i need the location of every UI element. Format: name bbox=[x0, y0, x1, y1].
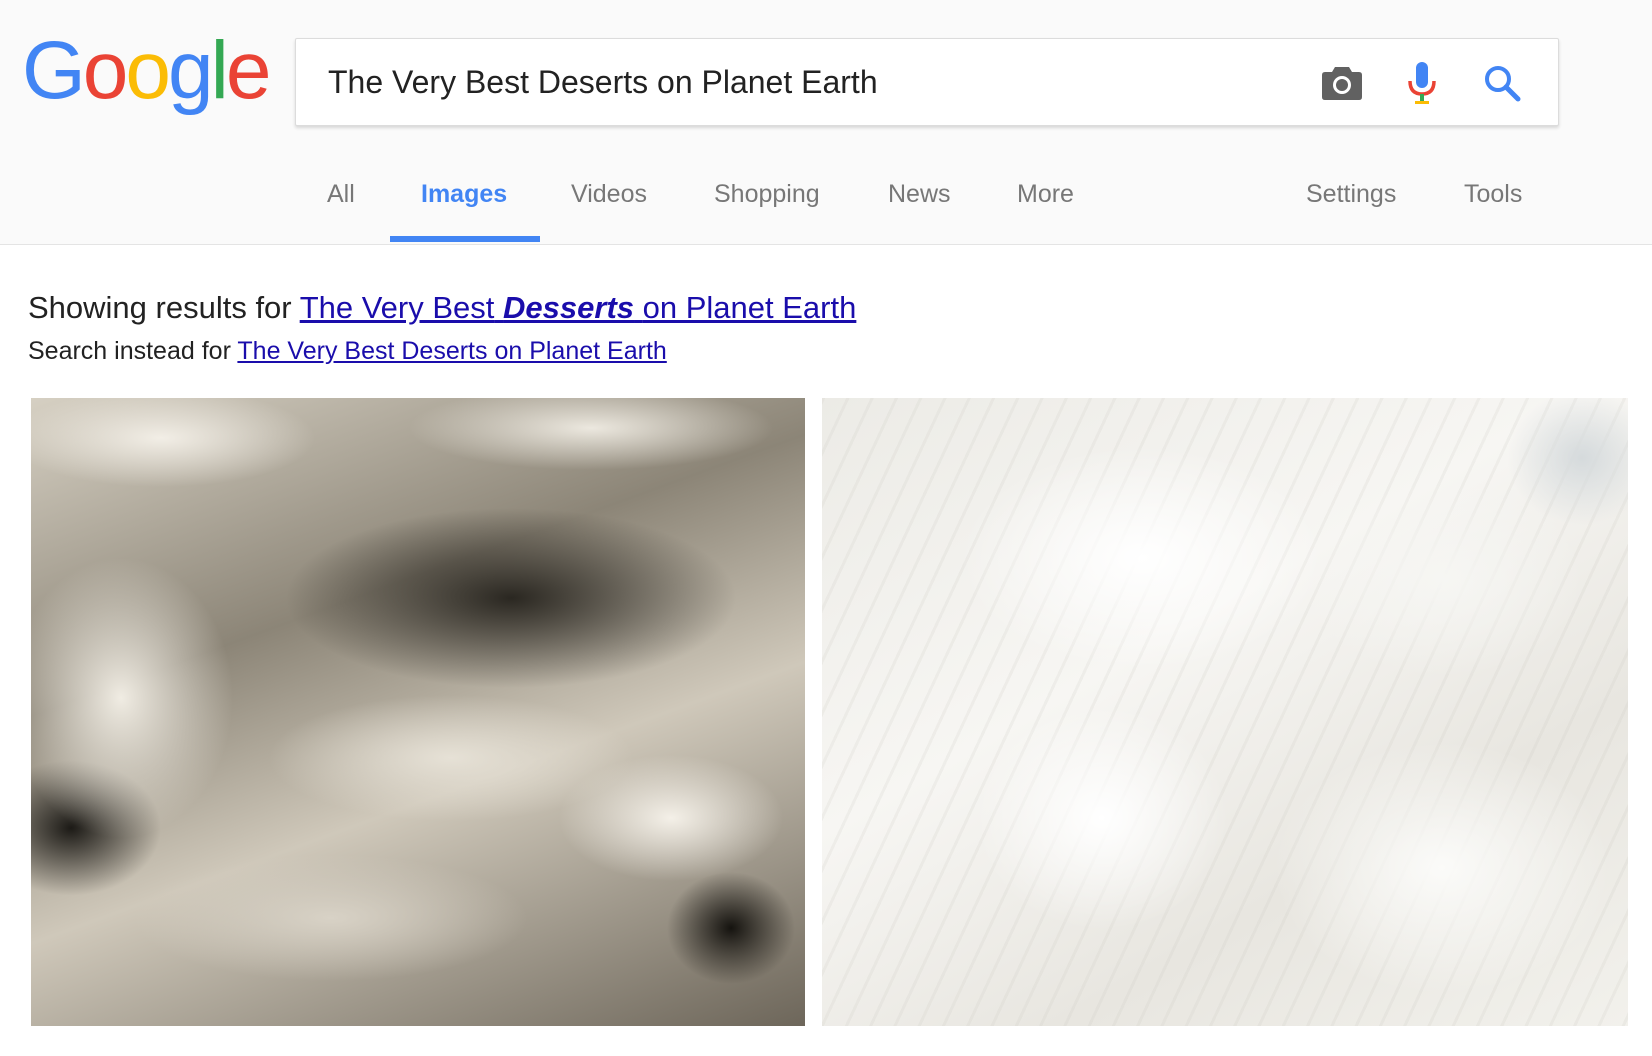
search-tabs: All Images Videos Shopping News More Set… bbox=[0, 160, 1652, 244]
search-button[interactable] bbox=[1478, 59, 1526, 107]
search-icon bbox=[1485, 66, 1521, 102]
corrected-query-link[interactable]: The Very Best Desserts on Planet Earth bbox=[300, 290, 857, 325]
tab-videos[interactable]: Videos bbox=[571, 180, 647, 209]
correction-prefix: Showing results for bbox=[28, 290, 292, 325]
tab-settings[interactable]: Settings bbox=[1306, 180, 1396, 209]
tab-images[interactable]: Images bbox=[421, 180, 507, 209]
image-result-whipped-cream[interactable] bbox=[822, 398, 1628, 1026]
active-tab-indicator bbox=[390, 236, 540, 242]
search-instead-prefix: Search instead for bbox=[28, 337, 231, 365]
original-query-link[interactable]: The Very Best Deserts on Planet Earth bbox=[237, 337, 666, 365]
search-header: Google All Images bbox=[0, 0, 1652, 245]
logo-letter: l bbox=[210, 25, 229, 116]
corrected-word: Desserts bbox=[503, 290, 635, 325]
logo-letter: g bbox=[168, 25, 214, 116]
tab-shopping[interactable]: Shopping bbox=[714, 180, 820, 209]
tab-more[interactable]: More bbox=[1017, 180, 1074, 209]
logo-letter: G bbox=[22, 25, 86, 116]
spelling-correction: Showing results for The Very Best Desser… bbox=[28, 290, 856, 326]
tab-tools[interactable]: Tools bbox=[1464, 180, 1522, 209]
logo-letter: o bbox=[125, 25, 171, 116]
microphone-icon bbox=[1408, 62, 1436, 104]
search-by-image-button[interactable] bbox=[1318, 59, 1366, 107]
corrected-query-end: on Planet Earth bbox=[642, 290, 857, 325]
image-result-dunes[interactable] bbox=[31, 398, 805, 1026]
search-input[interactable] bbox=[328, 39, 1278, 125]
corrected-query-start: The Very Best bbox=[299, 290, 495, 325]
voice-search-button[interactable] bbox=[1398, 59, 1446, 107]
logo-letter: o bbox=[82, 25, 129, 116]
tab-news[interactable]: News bbox=[888, 180, 951, 209]
tab-all[interactable]: All bbox=[327, 180, 355, 209]
search-instead: Search instead for The Very Best Deserts… bbox=[28, 337, 667, 366]
search-box bbox=[295, 38, 1559, 126]
camera-icon bbox=[1322, 67, 1362, 100]
logo-letter: e bbox=[225, 25, 272, 116]
google-logo[interactable]: Google bbox=[22, 25, 272, 116]
